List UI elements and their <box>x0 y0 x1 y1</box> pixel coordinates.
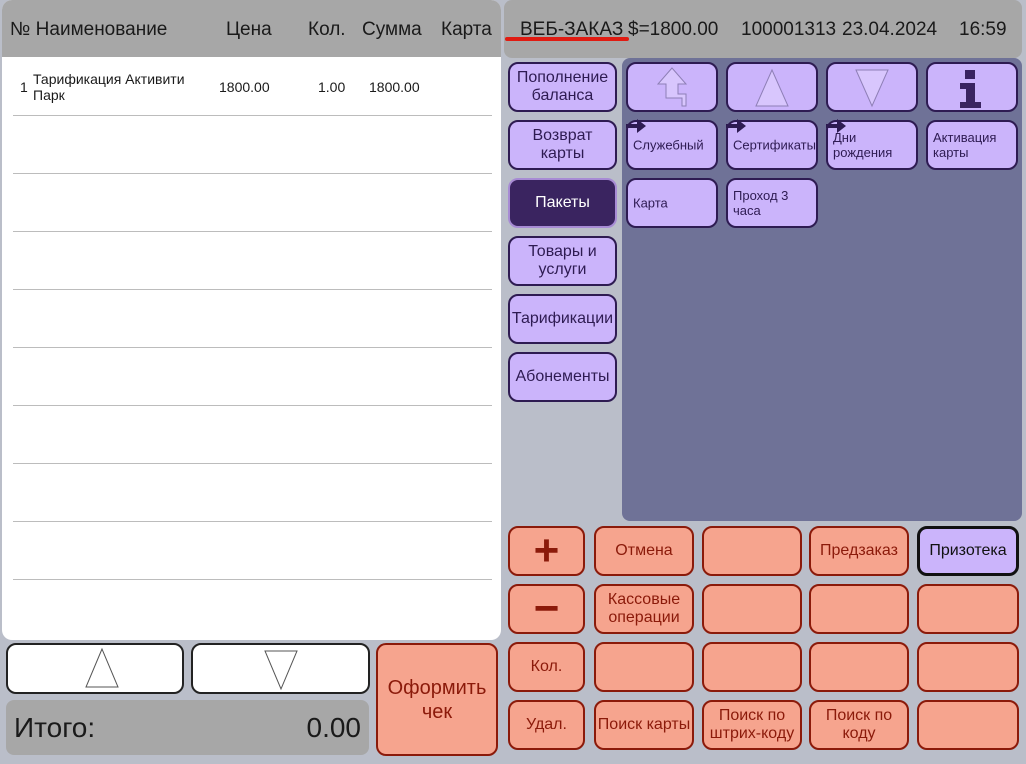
column-header-name: № Наименование <box>10 19 168 40</box>
quantity-button[interactable]: Кол. <box>508 642 585 692</box>
triangle-down-icon <box>855 69 889 108</box>
minus-button[interactable]: − <box>508 584 585 634</box>
cancel-button[interactable]: Отмена <box>594 526 694 576</box>
grid-item-label: Служебный <box>633 137 704 153</box>
empty-key[interactable] <box>917 642 1019 692</box>
triangle-up-icon <box>85 647 119 688</box>
grid-item[interactable]: Карта <box>626 178 718 228</box>
prizoteka-button[interactable]: Призотека <box>917 526 1019 576</box>
scroll-up-button[interactable] <box>6 643 184 694</box>
grid-page-up-button[interactable] <box>726 62 818 112</box>
grid-item-folder[interactable]: Сертификаты <box>726 119 818 170</box>
row-qty: 1.00 <box>318 79 346 95</box>
column-header-price: Цена <box>226 19 272 40</box>
folder-arrow-icon <box>626 119 646 133</box>
row-divider <box>13 231 492 232</box>
grid-item-folder[interactable]: Дни рождения <box>826 119 918 170</box>
category-packages[interactable]: Пакеты <box>508 178 617 228</box>
checkout-button[interactable]: Оформить чек <box>376 643 498 756</box>
order-date: 23.04.2024 <box>842 19 938 40</box>
grid-item-label: Активация карты <box>933 130 997 160</box>
row-name: Тарификация Активити Парк <box>33 71 185 103</box>
empty-key[interactable] <box>702 526 802 576</box>
scroll-down-button[interactable] <box>191 643 370 694</box>
order-table: № Наименование Цена Кол. Сумма Карта 1 Т… <box>2 0 501 640</box>
grid-page-down-button[interactable] <box>826 62 918 112</box>
row-divider <box>13 579 492 580</box>
grid-item-label: Проход 3 часа <box>733 188 789 218</box>
row-divider <box>13 463 492 464</box>
folder-arrow-icon <box>726 119 746 133</box>
category-tariffs[interactable]: Тарификации <box>508 294 617 344</box>
empty-key[interactable] <box>702 642 802 692</box>
table-row[interactable]: 1 Тарификация Активити Парк 1800.00 1.00… <box>2 58 501 116</box>
category-topup[interactable]: Пополнение баланса <box>508 62 617 112</box>
empty-key[interactable] <box>702 584 802 634</box>
search-barcode-button[interactable]: Поиск по штрих-коду <box>702 700 802 750</box>
order-table-header: № Наименование Цена Кол. Сумма Карта <box>2 0 501 57</box>
grid-item-folder[interactable]: Служебный <box>626 119 718 170</box>
grid-item[interactable]: Проход 3 часа <box>726 178 818 228</box>
category-subscriptions[interactable]: Абонементы <box>508 352 617 402</box>
total-box: Итого: 0.00 <box>6 700 369 755</box>
row-divider <box>13 115 492 116</box>
triangle-up-icon <box>755 68 789 107</box>
row-divider <box>13 405 492 406</box>
clock: 16:59 <box>959 19 1007 40</box>
info-button[interactable] <box>926 62 1018 112</box>
row-divider <box>13 347 492 348</box>
category-card-return[interactable]: Возврат карты <box>508 120 617 170</box>
row-divider <box>13 289 492 290</box>
total-label: Итого: <box>14 712 96 743</box>
order-mode-underline <box>505 37 629 41</box>
cash-operations-button[interactable]: Кассовые операции <box>594 584 694 634</box>
preorder-button[interactable]: Предзаказ <box>809 526 909 576</box>
status-bar: ВЕБ-ЗАКАЗ $=1800.00 100001313 23.04.2024… <box>504 0 1022 58</box>
column-header-card: Карта <box>441 19 492 40</box>
plus-button[interactable]: + <box>508 526 585 576</box>
info-icon <box>960 70 981 108</box>
column-header-sum: Сумма <box>362 19 422 40</box>
empty-key[interactable] <box>917 584 1019 634</box>
grid-item-label: Дни рождения <box>833 130 893 160</box>
category-goods-services[interactable]: Товары и услуги <box>508 236 617 286</box>
search-card-button[interactable]: Поиск карты <box>594 700 694 750</box>
empty-key[interactable] <box>809 584 909 634</box>
triangle-down-icon <box>264 650 298 691</box>
grid-item-label: Сертификаты <box>733 137 816 153</box>
column-header-qty: Кол. <box>308 19 346 40</box>
grid-item[interactable]: Активация карты <box>926 120 1018 170</box>
empty-key[interactable] <box>594 642 694 692</box>
up-arrow-icon <box>656 67 688 107</box>
empty-key[interactable] <box>917 700 1019 750</box>
grid-back-button[interactable] <box>626 62 718 112</box>
row-price: 1800.00 <box>219 79 270 95</box>
delete-button[interactable]: Удал. <box>508 700 585 750</box>
order-number: 100001313 <box>741 19 837 40</box>
empty-key[interactable] <box>809 642 909 692</box>
order-amount: $=1800.00 <box>628 19 719 40</box>
row-divider <box>13 521 492 522</box>
search-code-button[interactable]: Поиск по коду <box>809 700 909 750</box>
row-divider <box>13 173 492 174</box>
grid-item-label: Карта <box>633 195 668 211</box>
row-number: 1 <box>20 79 28 95</box>
row-sum: 1800.00 <box>369 79 420 95</box>
total-value: 0.00 <box>306 712 362 743</box>
